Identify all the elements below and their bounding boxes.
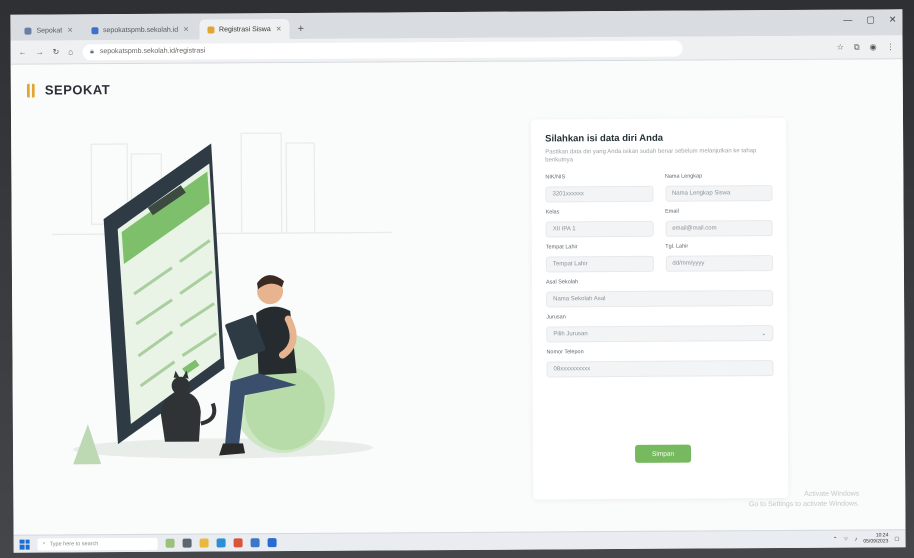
chevron-up-icon[interactable]: ⌃ [833,536,838,542]
field-label: Tgl. Lahir [665,243,689,250]
task-view-icon[interactable] [182,538,192,548]
submit-button[interactable]: Simpan [635,444,692,463]
lock-icon: 🔒︎ [90,47,94,55]
tempat-lahir-input[interactable]: Tempat Lahir [545,255,654,273]
forward-icon[interactable]: → [36,48,44,57]
maximize-button[interactable]: ▢ [866,14,875,25]
close-window-button[interactable]: ✕ [889,14,897,25]
field-tgl-lahir: Tgl. Lahir dd/mm/yyyy [665,243,773,272]
date: 05/09/2023 [863,537,889,545]
tgl-lahir-input[interactable]: dd/mm/yyyy [665,255,773,272]
monitor-frame: Sepokat ✕ sepokatspmb.sekolah.id ✕ Regis… [0,0,914,558]
reload-icon[interactable]: ↻ [53,47,60,56]
field-value: dd/mm/yyyy [672,260,705,267]
field-label: Jurusan [546,314,566,321]
form-subtitle: Pastikan data diri yang Anda isikan suda… [545,148,757,164]
close-tab-icon[interactable]: ✕ [183,26,189,34]
window-controls: — ▢ ✕ [843,14,896,25]
logo-mark-icon [26,83,35,98]
field-value: XII IPA 1 [552,226,576,233]
field-value: Nama Sekolah Asal [553,296,606,303]
mail-icon[interactable] [267,538,277,548]
field-nik: NIK/NIS 3201xxxxxx [545,174,654,203]
clock[interactable]: 10:24 05/09/2023 [863,532,889,545]
field-tempat-lahir: Tempat Lahir Tempat Lahir [546,244,654,273]
browser-tab-active[interactable]: Registrasi Siswa ✕ [198,19,290,40]
chrome-icon[interactable] [233,538,243,548]
browser-tab[interactable]: Sepokat ✕ [16,20,81,40]
field-value: 08xxxxxxxxxx [553,366,591,373]
home-icon[interactable]: ⌂ [68,47,73,56]
field-email: Email email@mail.com [665,208,773,237]
tab-label: Sepokat [36,26,63,35]
field-kelas: Kelas XII IPA 1 [546,209,654,238]
url-text: sepokatspmb.sekolah.id/registrasi [99,47,206,56]
browser-toolbar-right: ☆ ⧉ ◉ ⋮ [837,42,895,52]
store-icon[interactable] [250,538,260,548]
web-page: SEPOKAT Silahkan isi data diri Anda Past… [10,59,906,535]
url-field[interactable]: 🔒︎ sepokatspmb.sekolah.id/registrasi [82,40,683,60]
field-label: Email [665,208,679,215]
chevron-down-icon: ⌄ [761,330,767,337]
system-tray: ⌃ ⌔ ♪ 10:24 05/09/2023 ▢ [833,532,900,545]
star-icon[interactable]: ☆ [837,42,844,52]
notification-icon[interactable]: ▢ [894,536,899,542]
weather-icon[interactable] [165,538,175,548]
explorer-icon[interactable] [199,538,209,548]
email-input[interactable]: email@mail.com [665,220,773,237]
jurusan-select[interactable]: Pilih Jurusan ⌄ [546,325,774,343]
activation-watermark: Activate Windows Go to Settings to activ… [749,490,860,510]
brand-logo[interactable]: SEPOKAT [26,82,111,98]
nik-input[interactable]: 3201xxxxxx [545,185,654,203]
kelas-input[interactable]: XII IPA 1 [545,220,654,238]
close-tab-icon[interactable]: ✕ [67,26,73,34]
field-jurusan: Jurusan Pilih Jurusan ⌄ [546,313,774,343]
menu-icon[interactable]: ⋮ [887,42,895,52]
favicon-icon [24,27,32,35]
field-telepon: Nomor Telepon 08xxxxxxxxxx [546,348,774,378]
volume-icon[interactable]: ♪ [855,536,858,542]
field-label: Kelas [545,209,560,216]
tab-label: sepokatspmb.sekolah.id [103,26,179,34]
network-icon[interactable]: ⌔ [843,536,848,543]
field-label: Asal Sekolah [545,279,579,286]
form-title: Silahkan isi data diri Anda [545,132,664,145]
field-value: email@mail.com [672,225,717,232]
search-icon: ⌕ [42,540,46,547]
nama-input[interactable]: Nama Lengkap Siswa [664,185,773,202]
telepon-input[interactable]: 08xxxxxxxxxx [546,360,774,378]
windows-start-icon[interactable] [19,539,30,550]
browser-tab[interactable]: sepokatspmb.sekolah.id ✕ [83,20,197,41]
field-value: Tempat Lahir [552,261,588,268]
minimize-button[interactable]: — [843,15,852,26]
tab-label: Registrasi Siswa [218,25,271,33]
screen: Sepokat ✕ sepokatspmb.sekolah.id ✕ Regis… [10,9,906,553]
search-placeholder: Type here to search [49,540,99,547]
brand-name: SEPOKAT [44,82,111,98]
field-label: Nama Lengkap [664,173,703,180]
asal-sekolah-input[interactable]: Nama Sekolah Asal [546,290,774,308]
extensions-icon[interactable]: ⧉ [854,42,860,52]
field-asal-sekolah: Asal Sekolah Nama Sekolah Asal [545,278,774,308]
form-fields: NIK/NIS 3201xxxxxx Nama Lengkap Nama Len… [545,173,774,384]
field-label: Tempat Lahir [545,244,578,251]
field-label: Nomor Telepon [546,349,584,356]
favicon-icon [91,26,99,34]
field-value: 3201xxxxxx [552,191,584,198]
field-value: Nama Lengkap Siswa [671,190,731,197]
watermark-line: Go to Settings to activate Windows. [748,500,860,509]
registration-illustration [51,132,392,465]
close-tab-icon[interactable]: ✕ [276,25,282,33]
field-label: NIK/NIS [545,174,566,181]
edge-icon[interactable] [216,538,226,548]
favicon-icon [206,25,215,34]
registration-card: Silahkan isi data diri Anda Pastikan dat… [531,117,789,500]
new-tab-button[interactable]: + [298,23,305,35]
field-value: Pilih Jurusan [553,331,588,338]
field-nama: Nama Lengkap Nama Lengkap Siswa [665,173,773,202]
profile-icon[interactable]: ◉ [870,42,877,52]
taskbar-search[interactable]: ⌕ Type here to search [37,537,158,551]
back-icon[interactable]: ← [19,48,27,57]
